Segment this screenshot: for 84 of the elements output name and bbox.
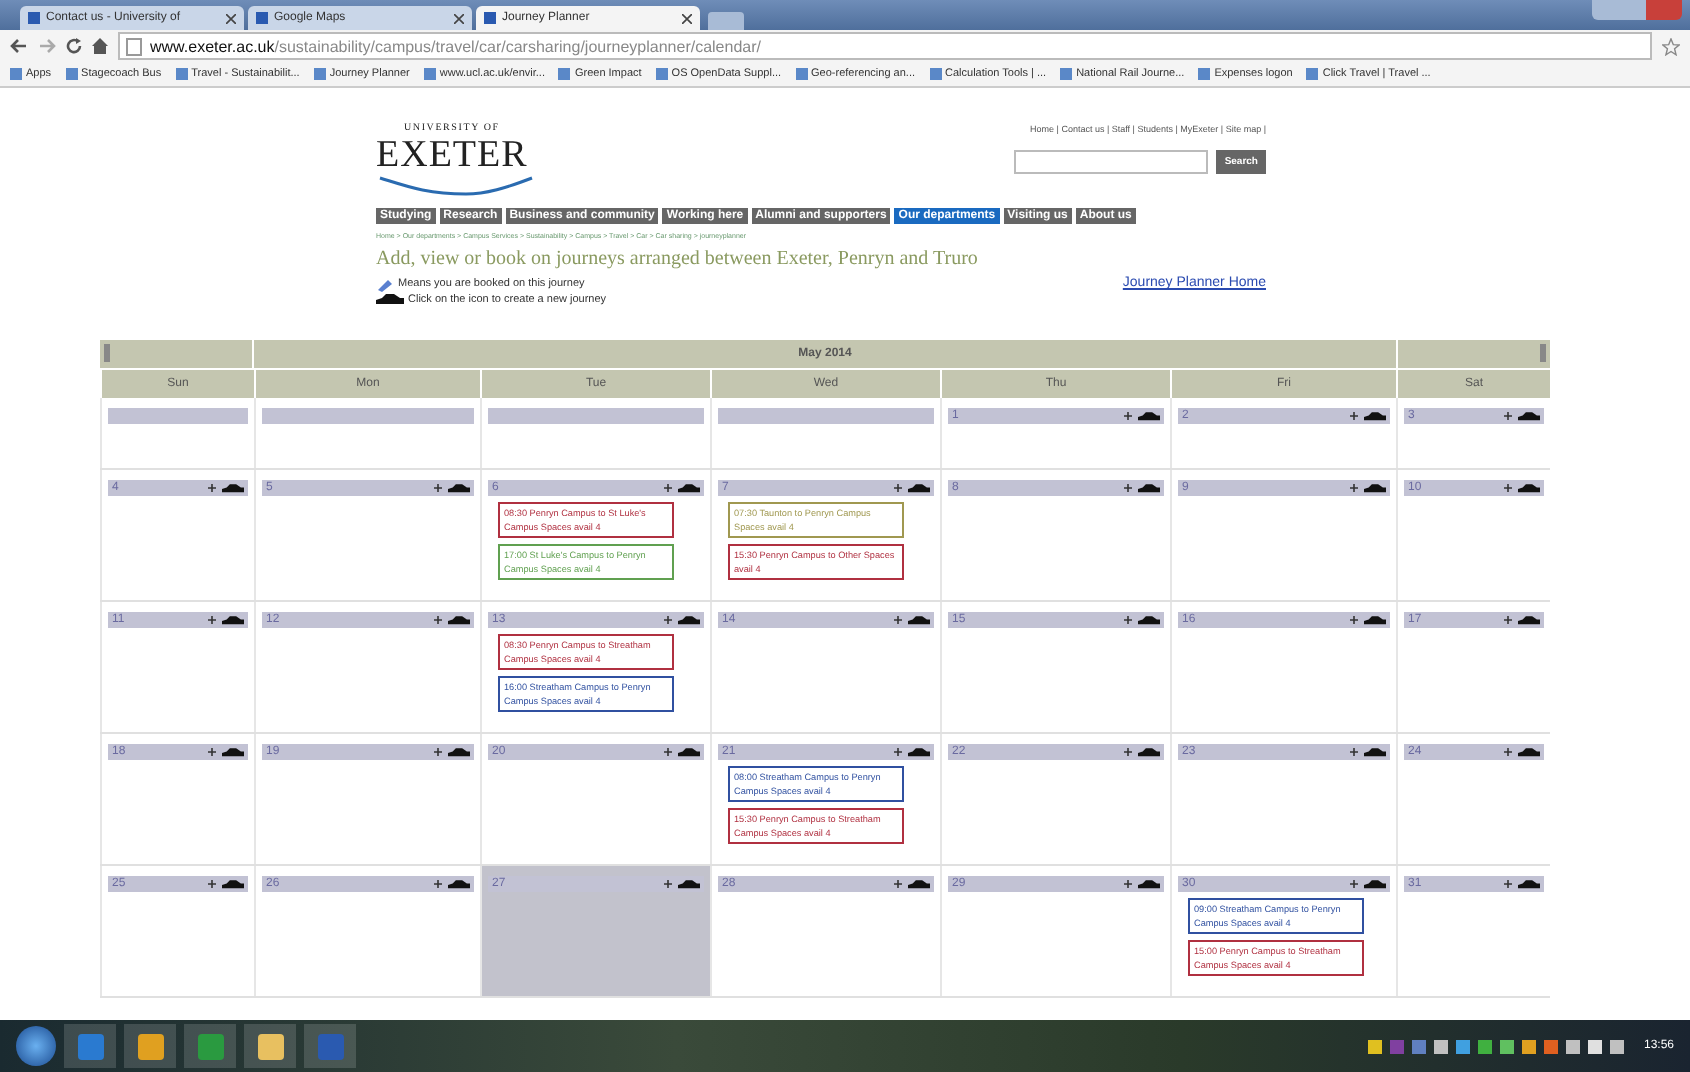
plus-icon[interactable] [1504,412,1512,420]
plus-icon[interactable] [208,880,216,888]
car-icon[interactable] [908,879,930,889]
taskbar-app-icon[interactable] [124,1024,176,1068]
plus-icon[interactable] [1350,412,1358,420]
plus-icon[interactable] [894,616,902,624]
plus-icon[interactable] [1124,880,1132,888]
car-icon[interactable] [1518,879,1540,889]
car-icon[interactable] [678,879,700,889]
back-icon[interactable] [10,38,28,54]
next-month-handle[interactable] [1540,344,1546,362]
car-icon[interactable] [222,879,244,889]
plus-icon[interactable] [1124,748,1132,756]
plus-icon[interactable] [894,880,902,888]
plus-icon[interactable] [894,484,902,492]
car-icon[interactable] [678,615,700,625]
plus-icon[interactable] [1350,880,1358,888]
plus-icon[interactable] [1504,748,1512,756]
plus-icon[interactable] [434,484,442,492]
car-icon[interactable] [1364,411,1386,421]
plus-icon[interactable] [208,616,216,624]
plus-icon[interactable] [664,748,672,756]
plus-icon[interactable] [1504,484,1512,492]
plus-icon[interactable] [1350,484,1358,492]
car-icon[interactable] [1364,879,1386,889]
car-icon[interactable] [1518,615,1540,625]
plus-icon[interactable] [664,484,672,492]
car-icon[interactable] [448,615,470,625]
page-heading: Add, view or book on journeys arranged between Exeter, Penryn and Truro [376,248,980,270]
plus-icon[interactable] [1350,748,1358,756]
car-icon[interactable] [1138,879,1160,889]
plus-icon[interactable] [1124,412,1132,420]
car-icon[interactable] [1138,411,1160,421]
car-icon[interactable] [448,747,470,757]
empty-day-bar [108,408,248,424]
car-icon[interactable] [222,747,244,757]
pin-icon [376,277,394,291]
prev-month-handle[interactable] [104,344,110,362]
close-icon[interactable] [226,13,236,23]
plus-icon[interactable] [664,880,672,888]
plus-icon[interactable] [434,616,442,624]
plus-icon[interactable] [664,616,672,624]
plus-icon[interactable] [434,880,442,888]
search-field[interactable] [1014,150,1209,174]
car-icon[interactable] [1138,483,1160,493]
plus-icon[interactable] [434,748,442,756]
car-icon[interactable] [1364,615,1386,625]
car-icon[interactable] [678,483,700,493]
car-icon[interactable] [448,879,470,889]
start-button[interactable] [16,1026,56,1066]
car-icon[interactable] [1518,747,1540,757]
star-icon[interactable] [1662,37,1680,55]
plus-icon[interactable] [1350,616,1358,624]
page-icon [256,12,268,24]
car-icon[interactable] [1364,483,1386,493]
car-icon[interactable] [448,483,470,493]
plus-icon[interactable] [208,484,216,492]
plus-icon[interactable] [1124,616,1132,624]
page-icon [484,12,496,24]
reload-icon[interactable] [66,38,82,54]
car-icon[interactable] [1364,747,1386,757]
home-icon[interactable] [92,38,108,54]
car-icon[interactable] [678,747,700,757]
car-icon[interactable] [1518,411,1540,421]
close-icon[interactable] [682,13,692,23]
plus-icon[interactable] [894,748,902,756]
car-icon[interactable] [1138,615,1160,625]
car-icon[interactable] [1138,747,1160,757]
page-icon [28,12,40,24]
plus-icon[interactable] [208,748,216,756]
window-controls[interactable] [1592,0,1682,20]
car-icon[interactable] [908,747,930,757]
car-icon[interactable] [908,483,930,493]
plus-icon[interactable] [1504,616,1512,624]
plus-icon[interactable] [1124,484,1132,492]
car-icon[interactable] [222,615,244,625]
address-field[interactable]: www.exeter.ac.uk/sustainability/campus/travel/car/carsharing/journeyplanner/calendar/ [118,32,1652,60]
car-icon[interactable] [222,483,244,493]
close-icon[interactable] [454,13,464,23]
plus-icon[interactable] [1504,880,1512,888]
car-icon[interactable] [1518,483,1540,493]
car-icon [376,294,404,306]
taskbar-app-icon[interactable] [244,1024,296,1068]
car-icon[interactable] [908,615,930,625]
